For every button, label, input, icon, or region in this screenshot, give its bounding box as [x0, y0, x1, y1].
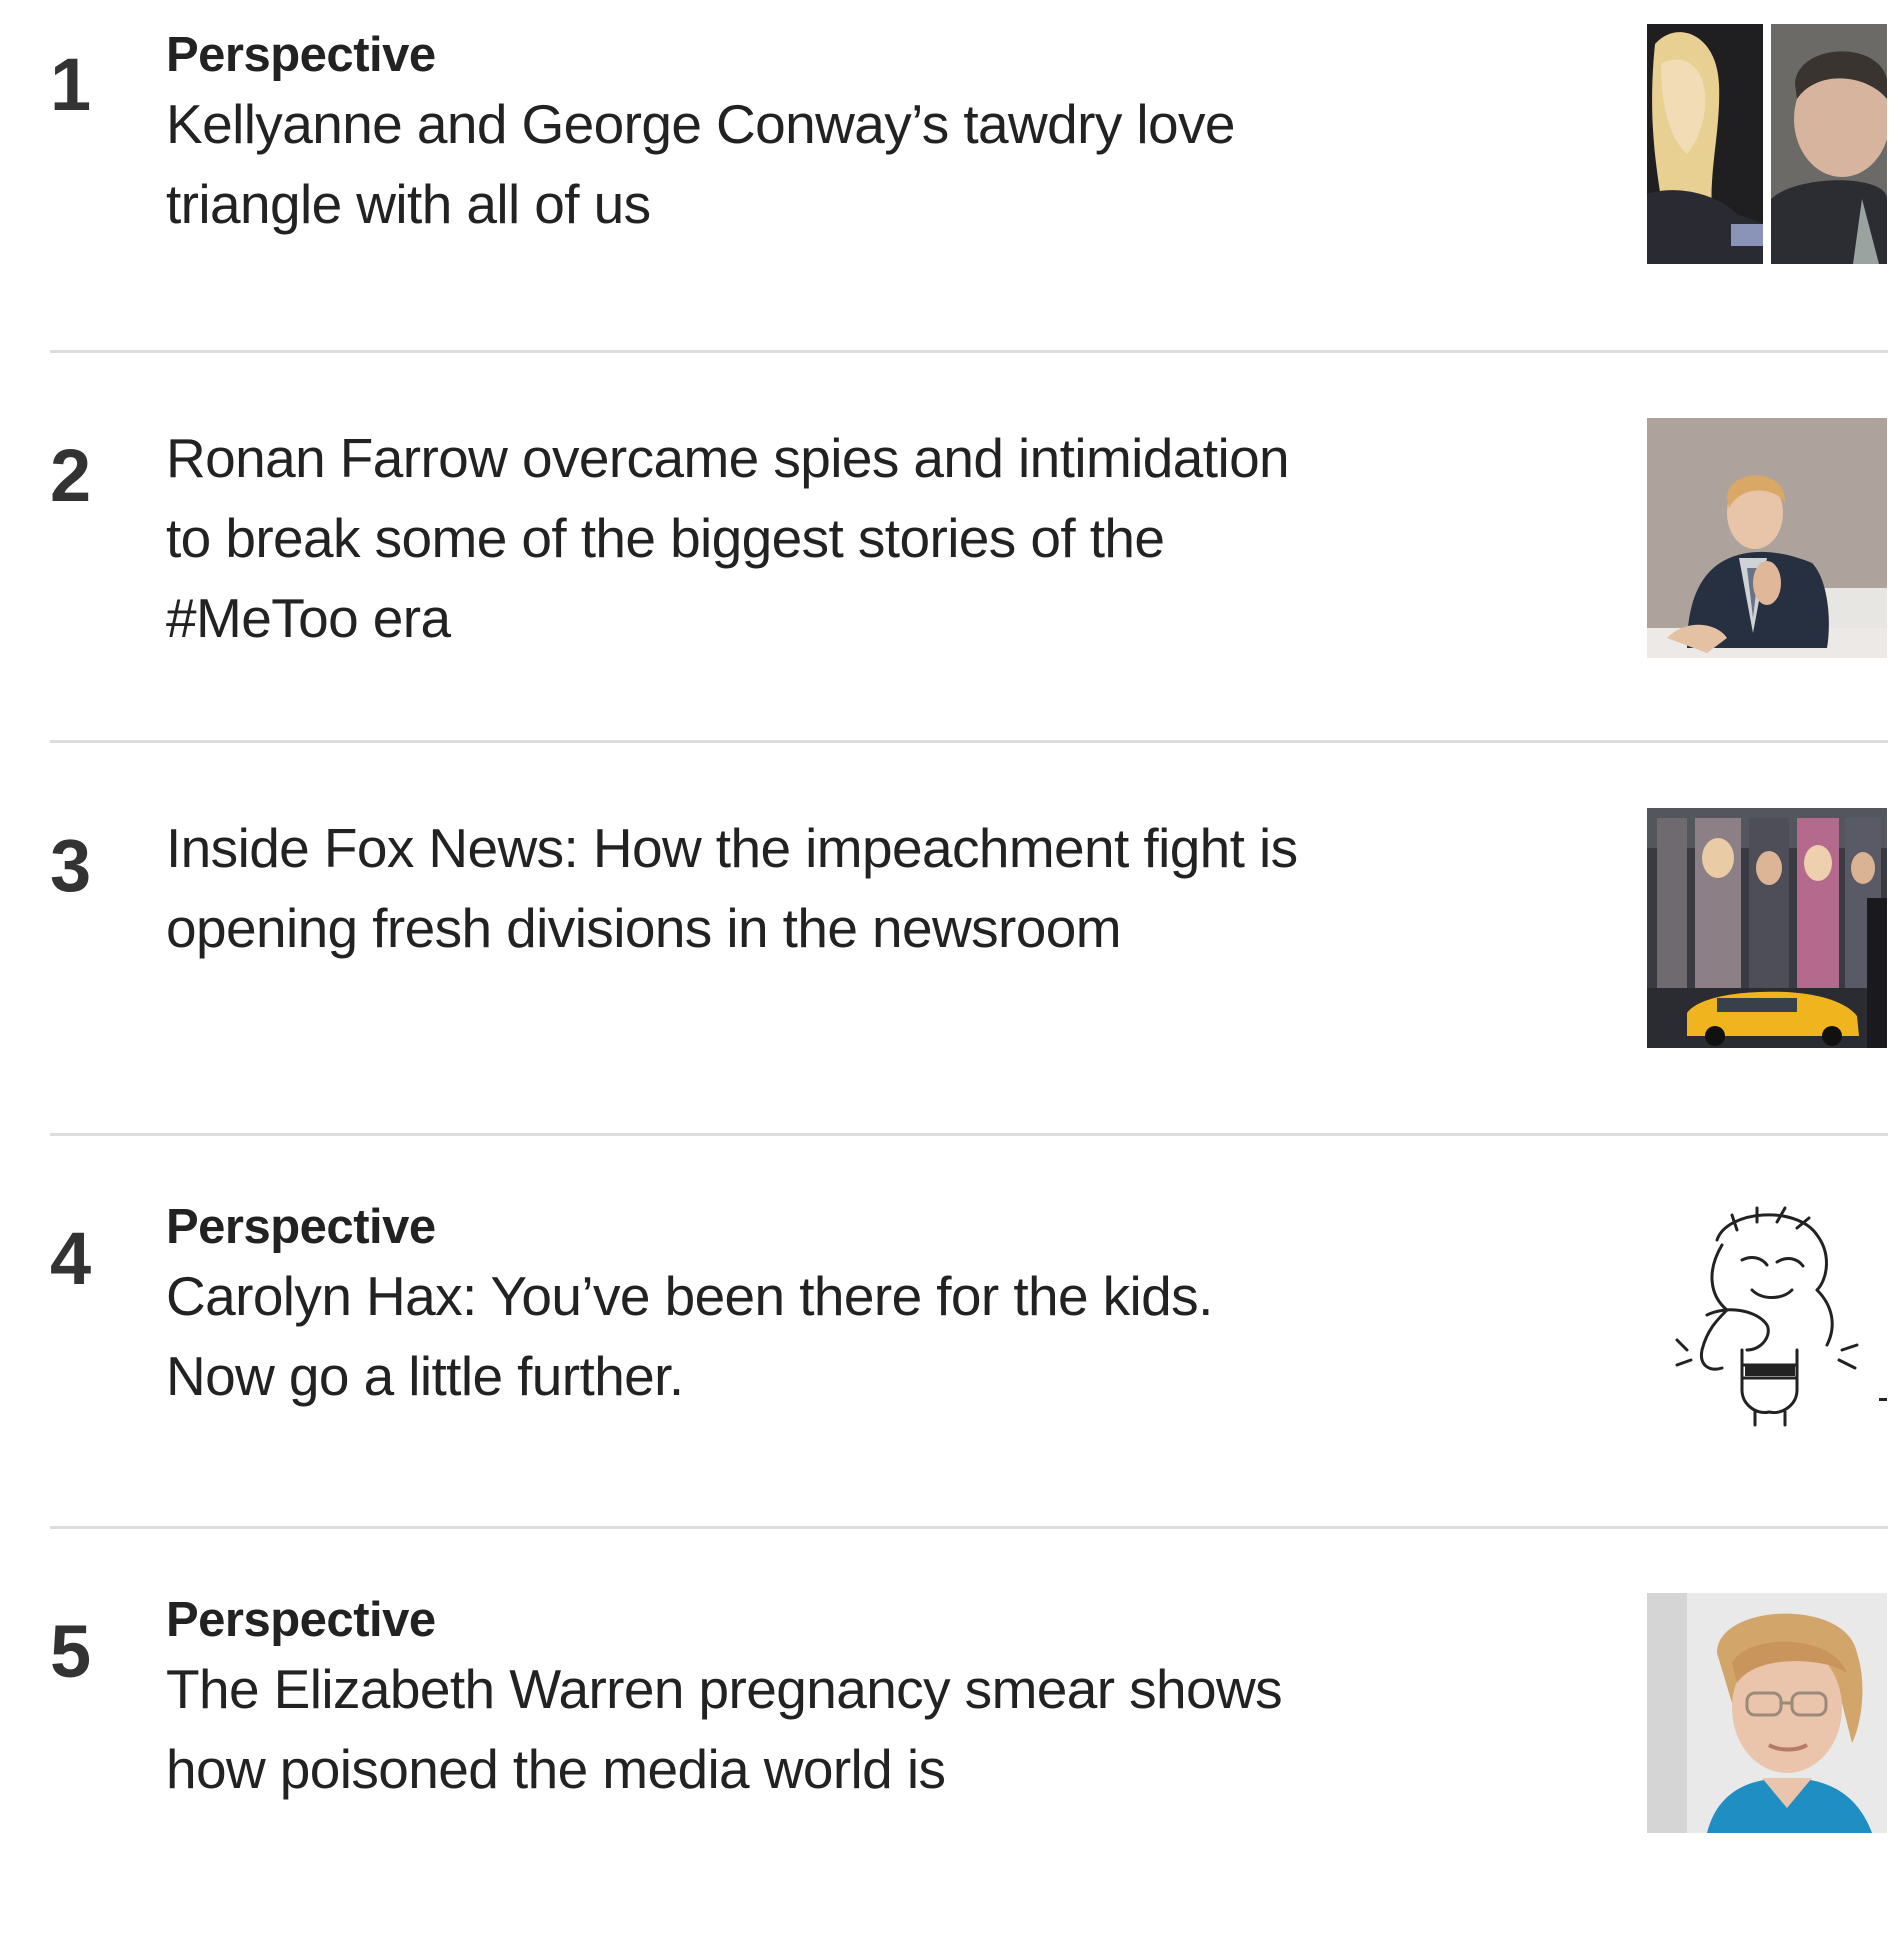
headline-link[interactable]: Carolyn Hax: You’ve been there for the k…	[166, 1256, 1316, 1416]
item-text: Perspective Carolyn Hax: You’ve been the…	[166, 1198, 1316, 1416]
farrow-photo-icon	[1647, 418, 1887, 658]
headline-link[interactable]: Inside Fox News: How the impeachment fig…	[166, 808, 1316, 968]
hax-cartoon-illustration-icon	[1647, 1200, 1887, 1440]
divider	[50, 1133, 1888, 1136]
list-item-3[interactable]: 3 Inside Fox News: How the impeachment f…	[50, 783, 1888, 1173]
rank-number: 1	[50, 43, 92, 126]
rank-number: 4	[50, 1217, 92, 1300]
list-item-1[interactable]: 1 Perspective Kellyanne and George Conwa…	[50, 0, 1888, 390]
divider	[50, 740, 1888, 743]
fox-news-building-photo-icon	[1647, 808, 1887, 1048]
item-text: Perspective The Elizabeth Warren pregnan…	[166, 1591, 1316, 1809]
headline-link[interactable]: The Elizabeth Warren pregnancy smear sho…	[166, 1649, 1316, 1809]
list-item-5[interactable]: 5 Perspective The Elizabeth Warren pregn…	[50, 1569, 1888, 1959]
item-text: Inside Fox News: How the impeachment fig…	[166, 808, 1316, 968]
list-item-4[interactable]: 4 Perspective Carolyn Hax: You’ve been t…	[50, 1176, 1888, 1566]
hax-cartoon-illustration-thumbnail[interactable]	[1647, 1200, 1887, 1440]
list-item-2[interactable]: 2 Ronan Farrow overcame spies and intimi…	[50, 393, 1888, 783]
headline-link[interactable]: Kellyanne and George Conway’s tawdry lov…	[166, 84, 1316, 244]
conway-photo-icon	[1647, 24, 1887, 264]
rank-number: 5	[50, 1610, 92, 1693]
rank-number: 3	[50, 824, 92, 907]
item-text: Ronan Farrow overcame spies and intimida…	[166, 418, 1316, 658]
rank-number: 2	[50, 434, 92, 517]
fox-news-building-photo-thumbnail[interactable]	[1647, 808, 1887, 1048]
perspective-label: Perspective	[166, 1200, 436, 1254]
divider	[50, 1526, 1888, 1529]
headline-link[interactable]: Ronan Farrow overcame spies and intimida…	[166, 418, 1316, 658]
divider	[50, 350, 1888, 353]
perspective-label: Perspective	[166, 28, 436, 82]
item-text: Perspective Kellyanne and George Conway’…	[166, 26, 1316, 244]
warren-photo-icon	[1647, 1593, 1887, 1833]
warren-photo-thumbnail[interactable]	[1647, 1593, 1887, 1833]
perspective-label: Perspective	[166, 1593, 436, 1647]
conway-photo-thumbnail[interactable]	[1647, 24, 1887, 264]
farrow-photo-thumbnail[interactable]	[1647, 418, 1887, 658]
